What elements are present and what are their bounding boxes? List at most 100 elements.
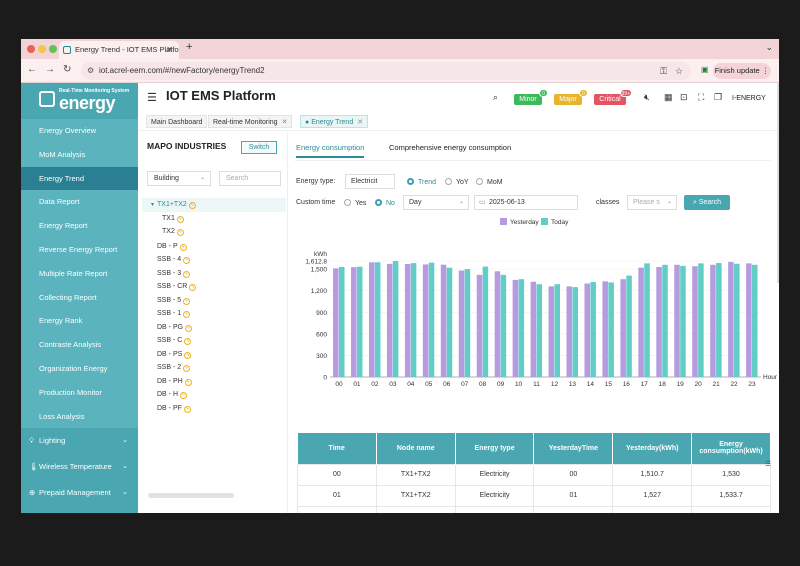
column-header[interactable]: Time — [297, 433, 377, 464]
bookmark-star-icon[interactable]: ☆ — [675, 62, 683, 80]
bar-yesterday-20[interactable] — [692, 266, 698, 377]
tree-node[interactable]: SSB - 5ϟ — [142, 293, 286, 307]
maximize-window-button[interactable] — [49, 45, 57, 53]
address-bar[interactable]: ⚙ iot.acrel-eem.com/#/newFactory/energyT… — [81, 62, 691, 80]
reload-icon[interactable]: ↻ — [63, 64, 71, 75]
bar-today-23[interactable] — [752, 264, 758, 377]
expand-toggle-icon[interactable]: ▾ — [148, 199, 157, 208]
search-icon[interactable]: ⌕ — [493, 92, 498, 103]
alarm-critical-button[interactable]: Critical 99+ — [594, 89, 632, 105]
bar-today-05[interactable] — [428, 262, 435, 377]
password-key-icon[interactable]: ⚿ — [660, 62, 667, 80]
bar-today-21[interactable] — [716, 262, 722, 377]
column-header[interactable]: Yesterday(kWh) — [612, 433, 693, 464]
menu-toggle-icon[interactable]: ☰ — [147, 91, 157, 104]
bar-today-00[interactable] — [338, 266, 345, 377]
search-button[interactable]: ⌕ Search — [684, 195, 730, 210]
bar-today-17[interactable] — [644, 263, 650, 377]
tab-comprehensive-energy-consumption[interactable]: Comprehensive energy consumption — [389, 143, 511, 152]
alarm-minor-button[interactable]: Minor 0 — [514, 89, 548, 105]
bar-yesterday-14[interactable] — [584, 283, 590, 377]
tree-node[interactable]: DB - PS ϟ — [142, 347, 286, 361]
screen-icon[interactable]: ⊡ — [680, 92, 688, 103]
close-window-button[interactable] — [27, 45, 35, 53]
bar-yesterday-19[interactable] — [674, 264, 680, 377]
tab-list-chevron-icon[interactable]: ⌄ — [765, 42, 773, 53]
bar-today-20[interactable] — [698, 263, 704, 377]
tree-node[interactable]: ▾ TX1+TX2 ϟ — [142, 198, 286, 212]
radio-custom-no[interactable]: No — [375, 199, 395, 207]
alarm-major-button[interactable]: Major 0 — [554, 89, 588, 105]
bar-yesterday-23[interactable] — [746, 263, 752, 377]
bar-today-18[interactable] — [662, 264, 668, 377]
bar-today-14[interactable] — [590, 282, 596, 377]
tree-node[interactable]: DB - PG ϟ — [142, 320, 286, 334]
tab-real-time-monitoring[interactable]: Real-time Monitoring ✕ — [208, 115, 293, 128]
bar-today-06[interactable] — [446, 267, 453, 377]
bar-today-04[interactable] — [410, 263, 417, 377]
bar-yesterday-13[interactable] — [566, 286, 573, 377]
new-tab-icon[interactable]: + — [186, 41, 192, 53]
bar-today-08[interactable] — [482, 266, 489, 377]
bar-yesterday-07[interactable] — [458, 270, 465, 377]
tab-energy-consumption[interactable]: Energy consumption — [296, 143, 365, 158]
column-header[interactable]: Energy consumption(kWh) — [691, 433, 771, 464]
sidebar-item-production-monitor[interactable]: Production Monitor — [21, 380, 138, 405]
column-header[interactable]: Energy type — [455, 433, 535, 464]
app-logo[interactable]: Real-Time Monitoring System energy — [21, 83, 138, 119]
sidebar-item-mom-analysis[interactable]: MoM Analysis — [21, 142, 138, 167]
bar-today-03[interactable] — [392, 261, 399, 377]
bar-today-15[interactable] — [608, 282, 614, 377]
bar-yesterday-10[interactable] — [512, 279, 519, 377]
tree-node[interactable]: DB - Pϟ — [142, 239, 286, 253]
close-tab-icon[interactable]: ✕ — [166, 41, 173, 59]
tree-node[interactable]: DB - PH ϟ — [142, 374, 286, 388]
switch-button[interactable]: Switch — [241, 141, 277, 154]
bar-yesterday-17[interactable] — [638, 267, 644, 377]
sidebar-group-prepaid-management[interactable]: ⊕ Prepaid Management ⌄ — [21, 480, 138, 507]
sidebar-item-data-report[interactable]: Data Report — [21, 190, 138, 215]
sidebar-group-wireless-temperature[interactable]: 🌡︎Wireless Temperature ⌄ — [21, 454, 138, 481]
sidebar-item-contraste-analysis[interactable]: Contraste Analysis — [21, 333, 138, 357]
bar-today-10[interactable] — [518, 279, 525, 377]
sidebar-item-multiple-rate-report[interactable]: Multiple Rate Report — [21, 261, 138, 286]
tree-node[interactable]: SSB - 4ϟ — [142, 252, 286, 266]
bar-yesterday-04[interactable] — [404, 263, 411, 377]
bar-today-02[interactable] — [374, 262, 381, 377]
bar-yesterday-18[interactable] — [656, 266, 662, 377]
bar-yesterday-02[interactable] — [368, 262, 375, 377]
bar-yesterday-16[interactable] — [620, 279, 626, 377]
column-header[interactable]: Node name — [376, 433, 456, 464]
sidebar-item-energy-overview[interactable]: Energy Overview — [21, 119, 138, 143]
finish-update-button[interactable]: Finish update ⋮ — [713, 63, 771, 79]
sidebar-item-loss-analysis[interactable]: Loss Analysis — [21, 404, 138, 429]
horizontal-scrollbar[interactable] — [148, 493, 234, 498]
bar-today-16[interactable] — [626, 275, 632, 377]
sidebar-group-lighting[interactable]: 💡︎ Lighting ⌄ — [21, 428, 138, 455]
table-row[interactable]: 01 TX1+TX2 Electricity 01 1,527 1,533.7 — [297, 484, 771, 507]
bar-yesterday-06[interactable] — [440, 264, 447, 377]
bar-today-12[interactable] — [554, 284, 561, 377]
forward-arrow-icon[interactable]: → — [45, 64, 55, 75]
bar-today-09[interactable] — [500, 274, 507, 377]
radio-custom-yes[interactable]: Yes — [344, 199, 366, 207]
tree-node[interactable]: TX1 ϟ — [142, 212, 286, 226]
bar-yesterday-05[interactable] — [422, 264, 429, 377]
column-header[interactable]: YesterdayTime — [533, 433, 614, 464]
period-select[interactable]: Day ⌄ — [403, 195, 469, 210]
bar-yesterday-15[interactable] — [602, 281, 608, 377]
tree-node[interactable]: SSB - 1ϟ — [142, 306, 286, 320]
tree-node[interactable]: SSB - CR ϟ — [142, 279, 286, 293]
bar-yesterday-01[interactable] — [351, 267, 357, 377]
legend-today[interactable]: Today — [541, 218, 568, 226]
scope-select[interactable]: Building ⌄ — [147, 171, 211, 186]
legend-yesterday[interactable]: Yesterday — [500, 218, 539, 226]
tree-node[interactable]: DB - Hϟ — [142, 387, 286, 401]
bar-yesterday-00[interactable] — [333, 268, 339, 377]
bar-today-19[interactable] — [680, 265, 686, 377]
tab-main-dashboard[interactable]: Main Dashboard — [146, 115, 208, 128]
tree-node[interactable]: DB - PF ϟ — [142, 401, 286, 415]
sidebar-item-reverse-energy-report[interactable]: Reverse Energy Report — [21, 237, 138, 262]
bar-today-13[interactable] — [572, 287, 578, 377]
radio-yoy[interactable]: YoY — [445, 178, 469, 186]
